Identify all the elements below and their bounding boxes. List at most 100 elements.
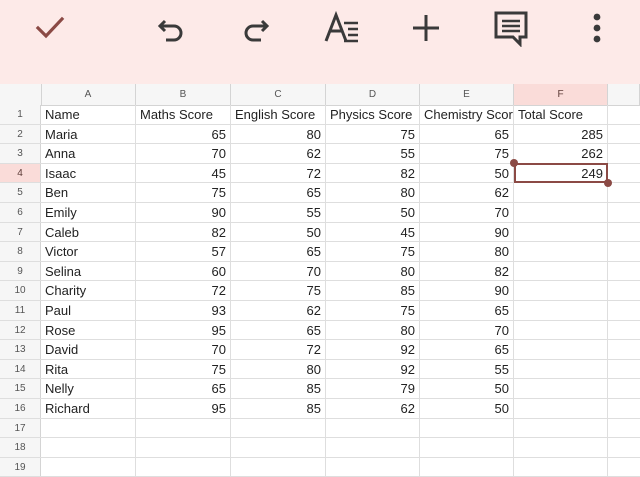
column-header-f[interactable]: F: [514, 84, 608, 105]
confirm-button[interactable]: [28, 6, 72, 50]
undo-button[interactable]: [149, 6, 193, 50]
cell-d2[interactable]: 75: [326, 124, 420, 144]
cell-e12[interactable]: 70: [420, 320, 514, 340]
cell-f6[interactable]: [514, 203, 608, 222]
row-header[interactable]: 6: [0, 203, 41, 222]
cell-a4[interactable]: Isaac: [41, 163, 136, 183]
row-header[interactable]: 10: [0, 281, 41, 300]
cell-b4[interactable]: 45: [136, 163, 231, 183]
row-header[interactable]: 19: [0, 457, 41, 477]
cell-e10[interactable]: 90: [420, 281, 514, 300]
cell-c12[interactable]: 65: [231, 320, 326, 340]
row-header[interactable]: 13: [0, 340, 41, 359]
cell-a2[interactable]: Maria: [41, 124, 136, 144]
cell-d5[interactable]: 80: [326, 183, 420, 202]
column-header-c[interactable]: C: [231, 84, 326, 105]
cell-b11[interactable]: 93: [136, 301, 231, 320]
cell-b8[interactable]: 57: [136, 242, 231, 261]
cell-f7[interactable]: [514, 222, 608, 242]
cell-e18[interactable]: [420, 438, 514, 457]
cell-e4[interactable]: 50: [420, 163, 514, 183]
cell-f8[interactable]: [514, 242, 608, 261]
row-header[interactable]: 14: [0, 359, 41, 379]
row-header[interactable]: 1: [0, 105, 41, 124]
comment-button[interactable]: [489, 6, 533, 50]
cell-e16[interactable]: 50: [420, 399, 514, 418]
cell-e2[interactable]: 65: [420, 124, 514, 144]
cell-f2[interactable]: 285: [514, 124, 608, 144]
cell-b16[interactable]: 95: [136, 399, 231, 418]
row-header[interactable]: 4: [0, 163, 41, 183]
selection-handle-top-left[interactable]: [510, 159, 518, 167]
cell-e5[interactable]: 62: [420, 183, 514, 202]
row-header[interactable]: 3: [0, 144, 41, 163]
cell-c11[interactable]: 62: [231, 301, 326, 320]
cell-f1[interactable]: Total Score: [514, 105, 608, 124]
cell-b9[interactable]: 60: [136, 261, 231, 281]
cell-d11[interactable]: 75: [326, 301, 420, 320]
cell-d9[interactable]: 80: [326, 261, 420, 281]
cell-c4[interactable]: 72: [231, 163, 326, 183]
cell-b14[interactable]: 75: [136, 359, 231, 379]
row-header[interactable]: 5: [0, 183, 41, 202]
cell-c5[interactable]: 65: [231, 183, 326, 202]
cell-d10[interactable]: 85: [326, 281, 420, 300]
cell-e11[interactable]: 65: [420, 301, 514, 320]
cell-a14[interactable]: Rita: [41, 359, 136, 379]
selection-handle-bottom-right[interactable]: [604, 179, 612, 187]
cell-a7[interactable]: Caleb: [41, 222, 136, 242]
cell-e8[interactable]: 80: [420, 242, 514, 261]
cell-d12[interactable]: 80: [326, 320, 420, 340]
cell-f13[interactable]: [514, 340, 608, 359]
column-header-d[interactable]: D: [326, 84, 420, 105]
cell-c13[interactable]: 72: [231, 340, 326, 359]
row-header[interactable]: 17: [0, 418, 41, 438]
cell-c10[interactable]: 75: [231, 281, 326, 300]
cell-e14[interactable]: 55: [420, 359, 514, 379]
cell-f12[interactable]: [514, 320, 608, 340]
cell-f16[interactable]: [514, 399, 608, 418]
more-button[interactable]: [575, 6, 619, 50]
insert-button[interactable]: [404, 6, 448, 50]
row-header[interactable]: 7: [0, 222, 41, 242]
select-all-corner[interactable]: [0, 84, 42, 105]
cell-f4[interactable]: 249: [514, 163, 608, 183]
cell-f15[interactable]: [514, 379, 608, 398]
cell-a5[interactable]: Ben: [41, 183, 136, 202]
cell-c8[interactable]: 65: [231, 242, 326, 261]
cell-d19[interactable]: [326, 457, 420, 477]
cell-d8[interactable]: 75: [326, 242, 420, 261]
cell-c18[interactable]: [231, 438, 326, 457]
cell-c19[interactable]: [231, 457, 326, 477]
cell-d1[interactable]: Physics Score: [326, 105, 420, 124]
row-header[interactable]: 15: [0, 379, 41, 398]
cell-f18[interactable]: [514, 438, 608, 457]
cell-f9[interactable]: [514, 261, 608, 281]
row-header[interactable]: 8: [0, 242, 41, 261]
cell-e3[interactable]: 75: [420, 144, 514, 163]
cell-d16[interactable]: 62: [326, 399, 420, 418]
cell-a10[interactable]: Charity: [41, 281, 136, 300]
cell-b2[interactable]: 65: [136, 124, 231, 144]
cell-b15[interactable]: 65: [136, 379, 231, 398]
cell-d17[interactable]: [326, 418, 420, 438]
cell-f11[interactable]: [514, 301, 608, 320]
column-header-b[interactable]: B: [136, 84, 231, 105]
cell-c2[interactable]: 80: [231, 124, 326, 144]
cell-f19[interactable]: [514, 457, 608, 477]
cell-b18[interactable]: [136, 438, 231, 457]
cell-e19[interactable]: [420, 457, 514, 477]
cell-a9[interactable]: Selina: [41, 261, 136, 281]
cell-a18[interactable]: [41, 438, 136, 457]
cell-b5[interactable]: 75: [136, 183, 231, 202]
cell-e17[interactable]: [420, 418, 514, 438]
row-header[interactable]: 12: [0, 320, 41, 340]
cell-b3[interactable]: 70: [136, 144, 231, 163]
cell-c9[interactable]: 70: [231, 261, 326, 281]
cell-b12[interactable]: 95: [136, 320, 231, 340]
text-format-button[interactable]: [319, 6, 363, 50]
cell-b17[interactable]: [136, 418, 231, 438]
column-header-a[interactable]: A: [41, 84, 136, 105]
cell-c7[interactable]: 50: [231, 222, 326, 242]
cell-d18[interactable]: [326, 438, 420, 457]
